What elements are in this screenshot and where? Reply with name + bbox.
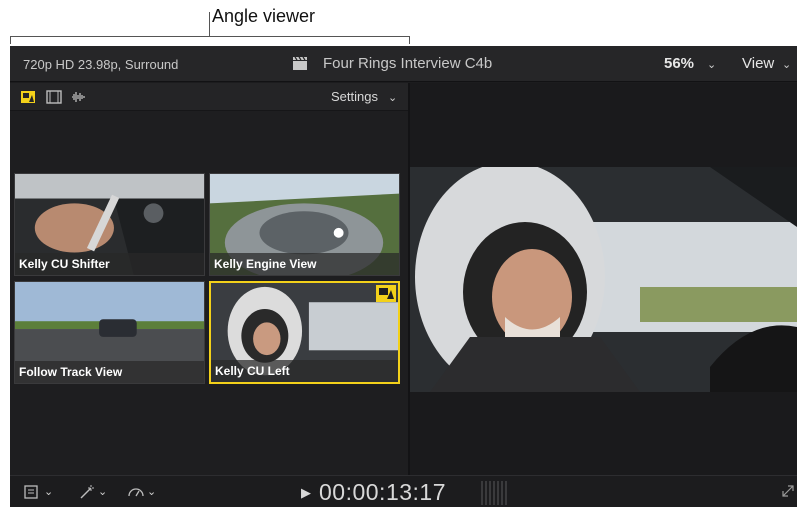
angle-grid: Kelly CU Shifter Kelly Engine View Follo… [14,173,404,387]
multicam-window: 720p HD 23.98p, Surround Four Rings Inte… [10,46,797,507]
enhancements-wand-icon[interactable] [78,484,96,500]
callout-bracket [10,36,410,44]
angle-cell[interactable]: Kelly CU Shifter [14,173,205,276]
callout-leader-line [209,12,210,36]
chevron-down-icon[interactable]: ⌄ [147,485,156,498]
fullscreen-icon[interactable] [781,484,795,498]
clapperboard-icon [293,56,307,70]
angle-label: Kelly Engine View [210,253,399,275]
play-icon[interactable]: ▶ [301,485,311,501]
video-format-label: 720p HD 23.98p, Surround [23,57,179,72]
retime-speedometer-icon[interactable] [127,484,145,500]
angle-cell-active[interactable]: Kelly CU Left [209,281,400,384]
angle-label: Kelly CU Left [211,360,398,382]
angle-cell[interactable]: Follow Track View [14,281,205,384]
video-only-switch-icon[interactable] [46,89,62,105]
active-angle-badge-icon [376,285,396,302]
angle-viewer-panel: Settings ⌄ Kelly CU Shifter Kelly Engine… [10,83,408,506]
angle-viewer-toolbar: Settings ⌄ [10,83,408,111]
viewer-header: 720p HD 23.98p, Surround Four Rings Inte… [10,46,797,82]
settings-menu[interactable]: Settings [331,89,378,104]
audio-only-switch-icon[interactable] [71,89,87,105]
angle-label: Follow Track View [15,361,204,383]
project-title: Four Rings Interview C4b [323,55,493,72]
viewer-footer: ⌄ ⌄ ⌄ ▶ 00:00:13:17 [10,475,797,507]
chevron-down-icon[interactable]: ⌄ [388,91,397,104]
chevron-down-icon[interactable]: ⌄ [98,485,107,498]
chevron-down-icon[interactable]: ⌄ [782,58,791,71]
viewer-display-options-icon[interactable] [24,484,42,500]
view-menu[interactable]: View [742,55,774,72]
viewer-video-frame [410,167,797,392]
video-and-audio-switch-icon[interactable] [20,89,36,105]
angle-label: Kelly CU Shifter [15,253,204,275]
timecode-display: 00:00:13:17 [319,479,447,505]
callout-label: Angle viewer [212,6,316,26]
chevron-down-icon[interactable]: ⌄ [44,485,53,498]
audio-meter [481,481,507,505]
zoom-level-menu[interactable]: 56% [664,55,694,72]
main-viewer [410,83,797,475]
angle-cell[interactable]: Kelly Engine View [209,173,400,276]
chevron-down-icon[interactable]: ⌄ [707,58,716,71]
